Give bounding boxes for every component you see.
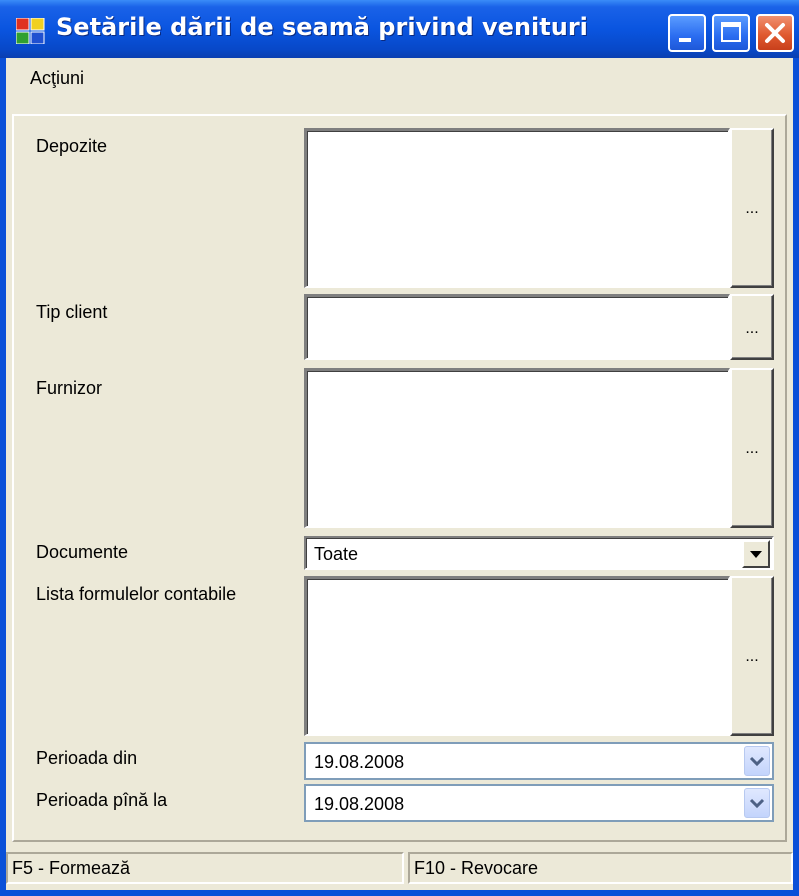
- chevron-down-icon: [749, 798, 765, 809]
- perioada-din-value: 19.08.2008: [314, 752, 405, 772]
- dropdown-arrow-icon: [750, 551, 762, 558]
- furnizor-list[interactable]: [304, 368, 730, 528]
- status-f10-text: F10 - Revocare: [414, 858, 539, 878]
- window-client-area: Acţiuni Depozite ... Tip client ... Furn…: [6, 58, 793, 890]
- app-window: Setările dării de seamă privind venituri…: [0, 0, 799, 896]
- status-f5-panel[interactable]: F5 - Formează: [6, 852, 404, 884]
- status-f5-text: F5 - Formează: [12, 858, 131, 878]
- status-bar: F5 - Formează F10 - Revocare: [6, 848, 793, 888]
- depozite-label: Depozite: [36, 136, 108, 156]
- tip-client-list[interactable]: [304, 294, 730, 360]
- perioada-din-calendar-button[interactable]: [744, 746, 770, 776]
- furnizor-browse-button[interactable]: ...: [730, 368, 774, 528]
- furnizor-label: Furnizor: [36, 378, 103, 398]
- perioada-pana-calendar-button[interactable]: [744, 788, 770, 818]
- menu-bar: Acţiuni: [6, 58, 793, 100]
- formule-browse-button[interactable]: ...: [730, 576, 774, 736]
- maximize-icon: [721, 22, 741, 42]
- tip-client-browse-button[interactable]: ...: [730, 294, 774, 360]
- chevron-down-icon: [749, 756, 765, 767]
- documente-dropdown-button[interactable]: [742, 540, 770, 568]
- minimize-button[interactable]: [668, 14, 706, 52]
- close-button[interactable]: [756, 14, 794, 52]
- perioada-pana-value: 19.08.2008: [314, 794, 405, 814]
- perioada-pana-datepicker[interactable]: 19.08.2008: [304, 784, 774, 822]
- formule-label: Lista formulelor contabile: [36, 584, 237, 604]
- app-icon: [16, 18, 45, 44]
- settings-panel: Depozite ... Tip client ... Furnizor ...…: [12, 114, 787, 842]
- perioada-pana-label: Perioada pînă la: [36, 790, 168, 810]
- depozite-browse-button[interactable]: ...: [730, 128, 774, 288]
- status-f10-panel[interactable]: F10 - Revocare: [408, 852, 793, 884]
- window-title: Setările dării de seamă privind venituri: [56, 13, 588, 41]
- perioada-din-label: Perioada din: [36, 748, 138, 768]
- close-icon: [765, 23, 785, 43]
- minimize-icon: [679, 38, 691, 42]
- maximize-button[interactable]: [712, 14, 750, 52]
- formule-list[interactable]: [304, 576, 730, 736]
- menu-actions[interactable]: Acţiuni: [30, 68, 84, 89]
- documente-value: Toate: [314, 544, 359, 564]
- tip-client-label: Tip client: [36, 302, 108, 322]
- documente-label: Documente: [36, 542, 129, 562]
- depozite-list[interactable]: [304, 128, 730, 288]
- title-bar[interactable]: Setările dării de seamă privind venituri: [0, 0, 799, 58]
- documente-dropdown[interactable]: Toate: [304, 536, 774, 570]
- perioada-din-datepicker[interactable]: 19.08.2008: [304, 742, 774, 780]
